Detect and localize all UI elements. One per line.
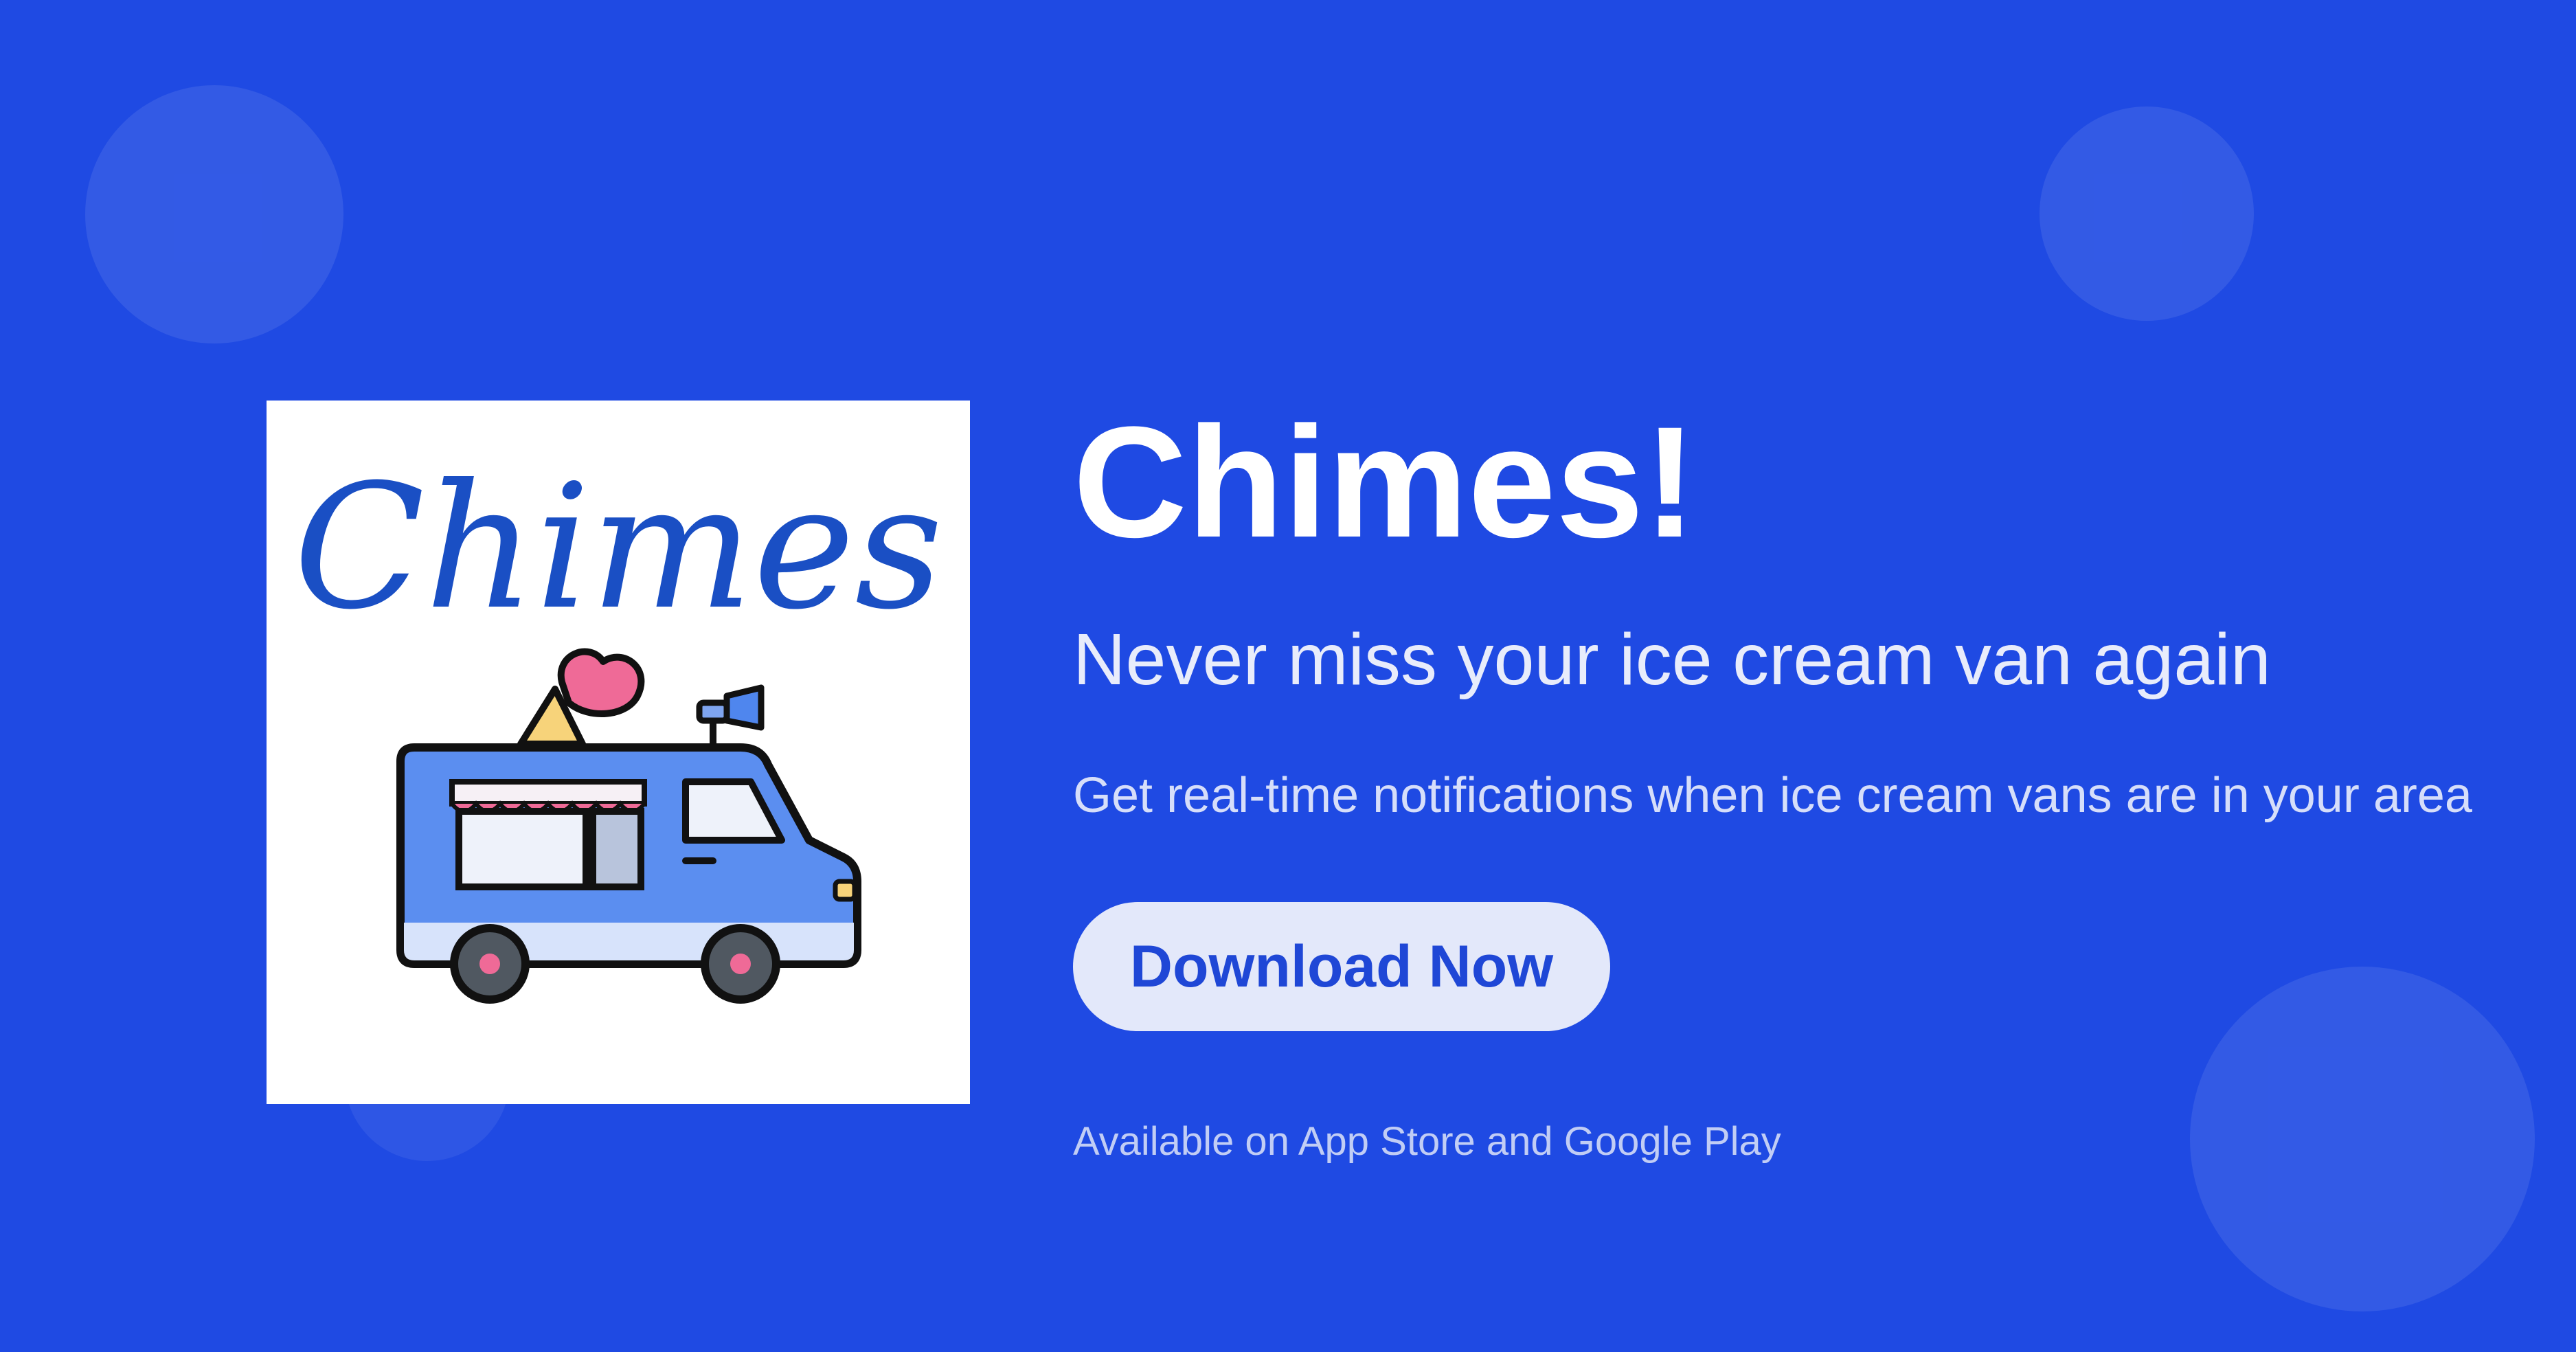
app-logo: Chimes (267, 401, 970, 1104)
decorative-circle (2040, 106, 2254, 321)
availability-note: Available on App Store and Google Play (1073, 1119, 1781, 1164)
download-now-button[interactable]: Download Now (1073, 902, 1610, 1031)
decorative-circle (2190, 967, 2535, 1311)
app-tagline: Never miss your ice cream van again (1073, 619, 2271, 700)
decorative-circle (85, 85, 343, 343)
app-description: Get real-time notifications when ice cre… (1073, 768, 2472, 823)
logo-wordmark: Chimes (293, 447, 943, 647)
ice-cream-van-icon (396, 648, 861, 1004)
app-title: Chimes! (1073, 394, 1697, 570)
